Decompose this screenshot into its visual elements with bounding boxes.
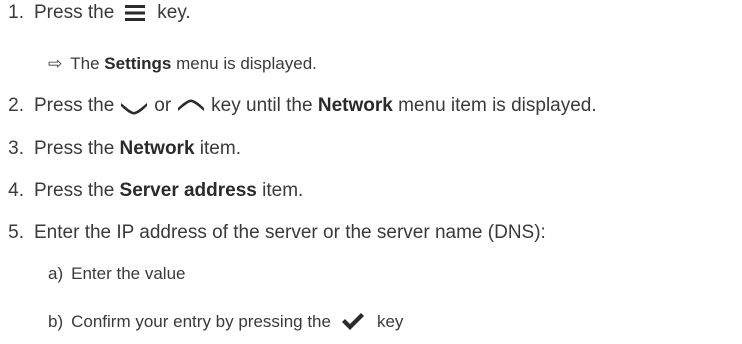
step-5: 5. Enter the IP address of the server or… xyxy=(0,222,546,244)
step-text: menu item is displayed. xyxy=(398,95,597,116)
sub-step-letter: a) xyxy=(48,264,64,283)
step-text: or xyxy=(154,95,172,116)
step-text: key until the xyxy=(211,95,313,116)
result-text: menu is displayed. xyxy=(176,54,317,73)
step-text: Press the xyxy=(34,2,115,23)
step-1-result: ⇨ The Settings menu is displayed. xyxy=(48,54,317,74)
instruction-document: 1. Press the key. ⇨ The Settings menu is… xyxy=(0,0,742,344)
step-number: 4. xyxy=(8,180,24,201)
sub-step-text: Confirm your entry by pressing the xyxy=(71,312,331,331)
step-text: Press the xyxy=(34,180,115,201)
step-2: 2. Press the or key until the Network me… xyxy=(0,95,597,117)
checkmark-icon xyxy=(341,312,365,332)
sub-step-text: key xyxy=(376,312,404,331)
step-number: 3. xyxy=(8,138,24,159)
step-number: 5. xyxy=(8,222,24,243)
chevron-down-icon xyxy=(120,101,148,115)
step-text: item. xyxy=(199,138,241,159)
step-3: 3. Press the Network item. xyxy=(0,138,241,160)
step-text: item. xyxy=(262,180,304,201)
step-1: 1. Press the key. xyxy=(0,2,191,24)
chevron-up-icon xyxy=(177,99,205,113)
step-bold-text: Network xyxy=(119,138,195,159)
step-text: Enter the IP address of the server or th… xyxy=(34,222,546,243)
step-5-sub-a: a) Enter the value xyxy=(48,264,185,284)
step-text: Press the xyxy=(34,138,115,159)
step-number: 1. xyxy=(8,2,24,23)
sub-step-text: Enter the value xyxy=(71,264,186,283)
sub-step-letter: b) xyxy=(48,312,64,331)
result-bold-text: Settings xyxy=(104,54,172,73)
step-4: 4. Press the Server address item. xyxy=(0,180,303,202)
step-bold-text: Server address xyxy=(119,180,257,201)
step-number: 2. xyxy=(8,95,24,116)
step-bold-text: Network xyxy=(317,95,393,116)
step-text: key. xyxy=(157,2,191,23)
step-text: Press the xyxy=(34,95,115,116)
menu-icon xyxy=(125,5,146,21)
step-5-sub-b: b) Confirm your entry by pressing the ke… xyxy=(48,312,403,332)
result-text: The xyxy=(70,54,100,73)
result-arrow-icon: ⇨ xyxy=(48,54,63,73)
